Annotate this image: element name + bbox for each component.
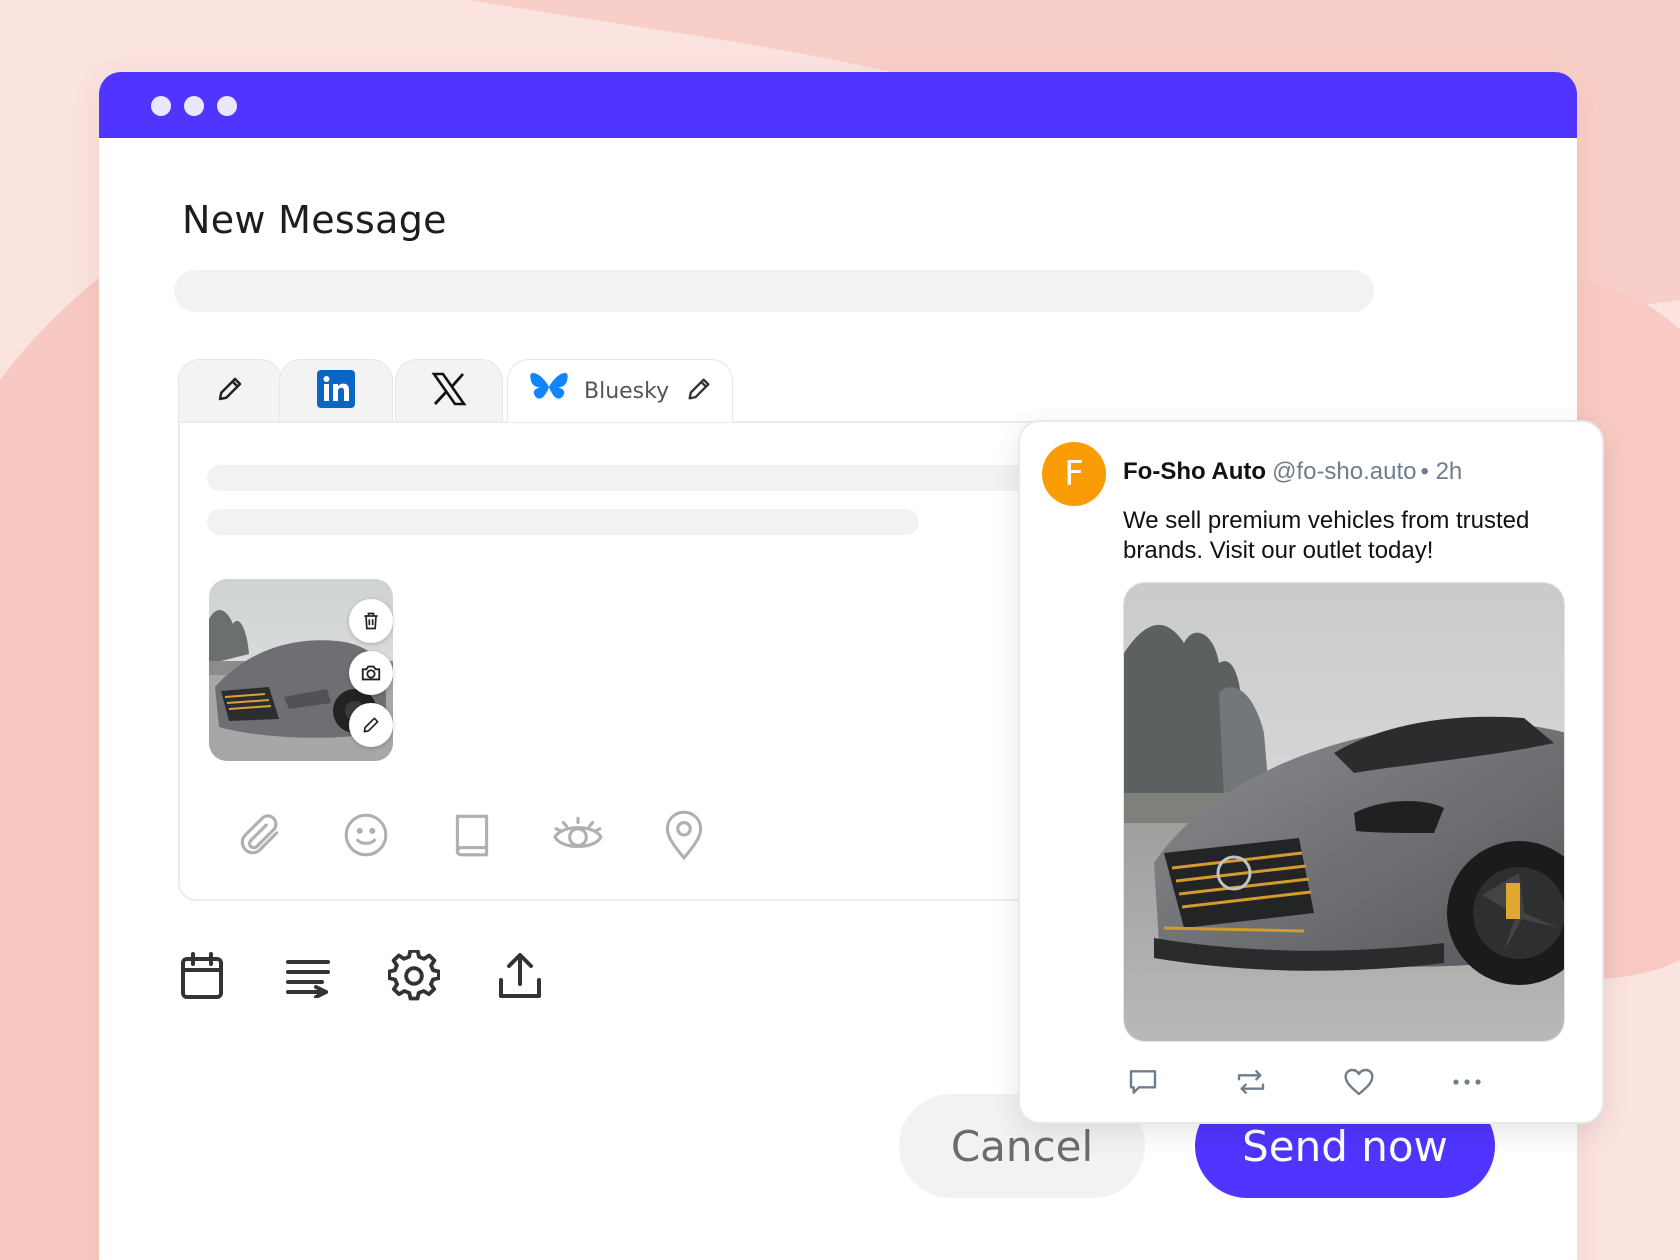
upload-icon[interactable] <box>494 948 546 1004</box>
text-placeholder-line <box>207 465 1137 491</box>
window-dot[interactable] <box>184 96 204 116</box>
page-title: New Message <box>182 198 447 242</box>
paperclip-icon[interactable] <box>232 807 288 863</box>
book-icon[interactable] <box>444 807 500 863</box>
smiley-icon[interactable] <box>338 807 394 863</box>
tab-linkedin[interactable] <box>279 359 393 422</box>
heart-icon[interactable] <box>1339 1062 1379 1102</box>
repost-icon[interactable] <box>1231 1062 1271 1102</box>
bluesky-butterfly-icon <box>530 372 568 411</box>
linkedin-icon <box>317 369 355 413</box>
post-image <box>1123 582 1565 1042</box>
tab-bluesky[interactable]: Bluesky <box>507 359 733 422</box>
title-bar <box>99 72 1577 138</box>
post-header: Fo-Sho Auto @fo-sho.auto • 2h <box>1123 458 1462 486</box>
pencil-icon[interactable] <box>349 703 393 747</box>
eye-icon[interactable] <box>550 807 606 863</box>
gear-icon[interactable] <box>388 948 440 1004</box>
post-time: • 2h <box>1420 458 1463 485</box>
pencil-icon[interactable] <box>685 375 713 408</box>
window-dot[interactable] <box>151 96 171 116</box>
more-icon[interactable] <box>1447 1062 1487 1102</box>
map-pin-icon[interactable] <box>656 807 712 863</box>
subject-input[interactable] <box>174 270 1374 312</box>
calendar-icon[interactable] <box>176 948 228 1004</box>
avatar: F <box>1042 442 1106 506</box>
post-text: We sell premium vehicles from trusted br… <box>1123 507 1530 564</box>
window-dot[interactable] <box>217 96 237 116</box>
post-preview-card: F Fo-Sho Auto @fo-sho.auto • 2h We sell pr… <box>1018 420 1604 1124</box>
reply-icon[interactable] <box>1123 1062 1163 1102</box>
pencil-icon <box>215 374 245 409</box>
tab-label: Bluesky <box>584 378 670 404</box>
author-name: Fo-Sho Auto <box>1123 458 1267 485</box>
text-wrap-icon[interactable] <box>282 948 334 1004</box>
tab-x[interactable] <box>395 359 503 422</box>
author-handle: @fo-sho.auto <box>1272 458 1417 485</box>
tab-general[interactable] <box>178 359 282 422</box>
message-editor[interactable] <box>178 421 1138 901</box>
x-logo-icon <box>431 371 467 412</box>
camera-icon[interactable] <box>349 651 393 695</box>
trash-icon[interactable] <box>349 599 393 643</box>
text-placeholder-line <box>207 509 919 535</box>
